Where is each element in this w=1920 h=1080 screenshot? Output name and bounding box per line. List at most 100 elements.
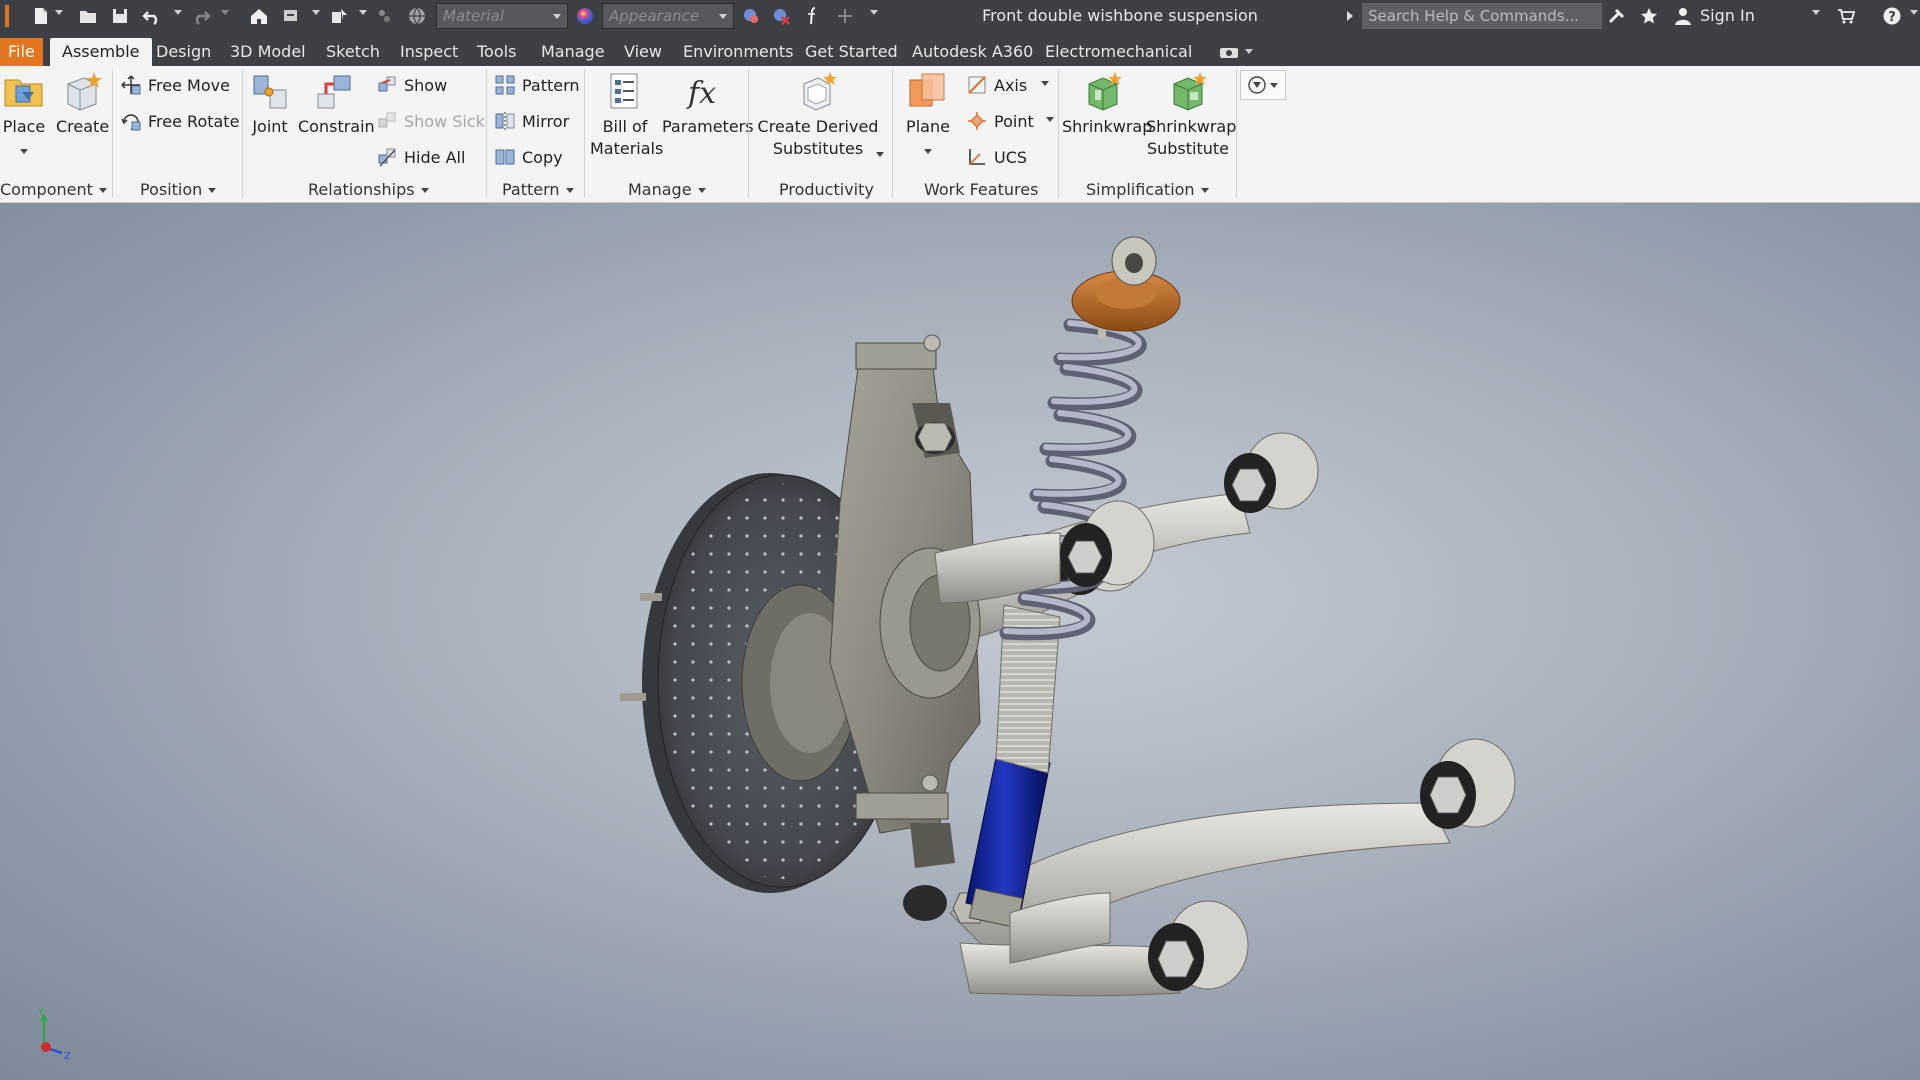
point-dropdown-icon[interactable]: [1045, 116, 1054, 122]
app-menu-edge[interactable]: [2, 4, 12, 28]
tab-electromechanical[interactable]: Electromechanical: [1045, 38, 1192, 66]
tab-file[interactable]: File: [0, 38, 43, 66]
place-dropdown-icon[interactable]: [20, 149, 28, 154]
redo-icon[interactable]: [190, 4, 212, 28]
joint-button[interactable]: Joint: [248, 70, 292, 138]
appearance-dropdown-icon[interactable]: [719, 14, 727, 19]
tab-get-started[interactable]: Get Started: [805, 38, 898, 66]
position-group-dropdown-icon[interactable]: [208, 188, 217, 193]
show-button[interactable]: Show: [376, 72, 447, 98]
show-sick-button[interactable]: Show Sick: [376, 108, 485, 134]
bill-of-materials-button[interactable]: Bill of Materials: [590, 70, 663, 160]
adjust-appearance-icon[interactable]: [740, 4, 762, 28]
shrinkwrap-substitute-button[interactable]: Shrinkwrap Substitute: [1146, 70, 1236, 160]
manage-group-dropdown-icon[interactable]: [697, 188, 706, 193]
relationships-group-dropdown-icon[interactable]: [420, 188, 429, 193]
tab-environments[interactable]: Environments: [683, 38, 794, 66]
clear-appearance-icon[interactable]: [770, 4, 792, 28]
ribbon-options-dropdown-icon[interactable]: [1270, 82, 1278, 88]
tab-3d-model[interactable]: 3D Model: [230, 38, 306, 66]
help-icon[interactable]: ?: [1880, 4, 1904, 28]
update-dropdown-icon[interactable]: [312, 10, 320, 15]
open-file-icon[interactable]: [77, 4, 99, 28]
derived-substitutes-icon: [803, 72, 837, 111]
copy-button[interactable]: Copy: [494, 144, 563, 170]
free-rotate-button[interactable]: Free Rotate: [120, 108, 239, 134]
suspension-assembly-model[interactable]: [0, 203, 1920, 1080]
manage-group-label[interactable]: Manage: [628, 180, 706, 199]
parameters-button[interactable]: fx Parameters: [662, 70, 754, 138]
parameters-quick-icon[interactable]: [802, 4, 824, 28]
mirror-button[interactable]: Mirror: [494, 108, 569, 134]
tab-inspect[interactable]: Inspect: [400, 38, 458, 66]
ucs-button[interactable]: UCS: [966, 144, 1027, 170]
relationships-group-label[interactable]: Relationships: [308, 180, 429, 199]
search-input[interactable]: Search Help & Commands...: [1362, 3, 1602, 29]
document-title: Front double wishbone suspension: [982, 6, 1258, 25]
search-binoculars-icon[interactable]: [1606, 4, 1628, 28]
shrinkwrap-button[interactable]: Shrinkwrap: [1062, 70, 1152, 138]
undo-dropdown-icon[interactable]: [174, 10, 182, 15]
appearance-placeholder: Appearance: [609, 7, 700, 25]
new-file-dropdown-icon[interactable]: [55, 10, 63, 15]
pattern-group-label[interactable]: Pattern: [502, 180, 574, 199]
tab-view[interactable]: View: [624, 38, 662, 66]
orientation-triad[interactable]: Y Z: [30, 1003, 90, 1063]
show-sick-icon: [378, 112, 396, 128]
sign-in-dropdown-icon[interactable]: [1812, 10, 1820, 15]
constrain-button[interactable]: Constrain: [298, 70, 375, 138]
simplification-group-label[interactable]: Simplification: [1086, 180, 1209, 199]
point-button[interactable]: Point: [966, 108, 1054, 134]
pattern-group-dropdown-icon[interactable]: [565, 188, 574, 193]
tab-design[interactable]: Design: [156, 38, 211, 66]
pattern-button[interactable]: Pattern: [494, 72, 580, 98]
component-group-label[interactable]: Component: [0, 180, 107, 199]
globe-icon[interactable]: [406, 4, 428, 28]
favorites-star-icon[interactable]: [1638, 4, 1660, 28]
material-dropdown-icon[interactable]: [553, 14, 561, 19]
camera-icon[interactable]: [1218, 44, 1240, 60]
create-button[interactable]: Create: [56, 70, 109, 138]
add-icon[interactable]: [834, 4, 856, 28]
tab-manage[interactable]: Manage: [541, 38, 605, 66]
component-group-dropdown-icon[interactable]: [98, 188, 107, 193]
group-separator: [112, 70, 113, 198]
customize-qat-icon[interactable]: [870, 10, 878, 15]
select-dropdown-icon[interactable]: [359, 10, 367, 15]
axis-button[interactable]: Axis: [966, 72, 1050, 98]
help-dropdown-icon[interactable]: [1910, 10, 1918, 15]
tab-sketch[interactable]: Sketch: [326, 38, 380, 66]
cart-icon[interactable]: [1834, 4, 1858, 28]
save-icon[interactable]: [109, 4, 131, 28]
tab-assemble[interactable]: Assemble: [50, 38, 152, 66]
create-derived-substitutes-button[interactable]: Create Derived Substitutes: [756, 70, 880, 160]
group-separator: [748, 70, 749, 198]
select-priority-icon[interactable]: [328, 4, 350, 28]
update-icon[interactable]: [280, 4, 302, 28]
sign-in-link[interactable]: Sign In: [1700, 6, 1755, 25]
upper-ball-joint[interactable]: [915, 422, 955, 454]
derived-dropdown-icon[interactable]: [876, 152, 884, 157]
tab-autodesk-a360[interactable]: Autodesk A360: [912, 38, 1033, 66]
ribbon-options-button[interactable]: [1240, 70, 1286, 100]
position-group-label[interactable]: Position: [140, 180, 217, 199]
hide-all-button[interactable]: Hide All: [376, 144, 465, 170]
tab-tools[interactable]: Tools: [477, 38, 516, 66]
color-override-icon[interactable]: [374, 4, 396, 28]
axis-dropdown-icon[interactable]: [1041, 80, 1050, 86]
free-move-button[interactable]: Free Move: [120, 72, 230, 98]
panel-toggle-dropdown-icon[interactable]: [1245, 49, 1253, 54]
place-button[interactable]: Place: [2, 70, 46, 160]
appearance-combo[interactable]: Appearance: [602, 3, 734, 29]
graphics-viewport[interactable]: Y Z: [0, 203, 1920, 1080]
user-icon: [1672, 4, 1694, 28]
home-icon[interactable]: [248, 4, 270, 28]
material-combo[interactable]: Material: [436, 3, 568, 29]
undo-icon[interactable]: [141, 4, 163, 28]
plane-button[interactable]: Plane: [902, 70, 954, 160]
redo-dropdown-icon[interactable]: [221, 10, 229, 15]
plane-dropdown-icon[interactable]: [924, 149, 932, 154]
expand-arrow-icon[interactable]: [1344, 4, 1356, 28]
simplification-group-dropdown-icon[interactable]: [1200, 188, 1209, 193]
new-file-icon[interactable]: [30, 4, 52, 28]
